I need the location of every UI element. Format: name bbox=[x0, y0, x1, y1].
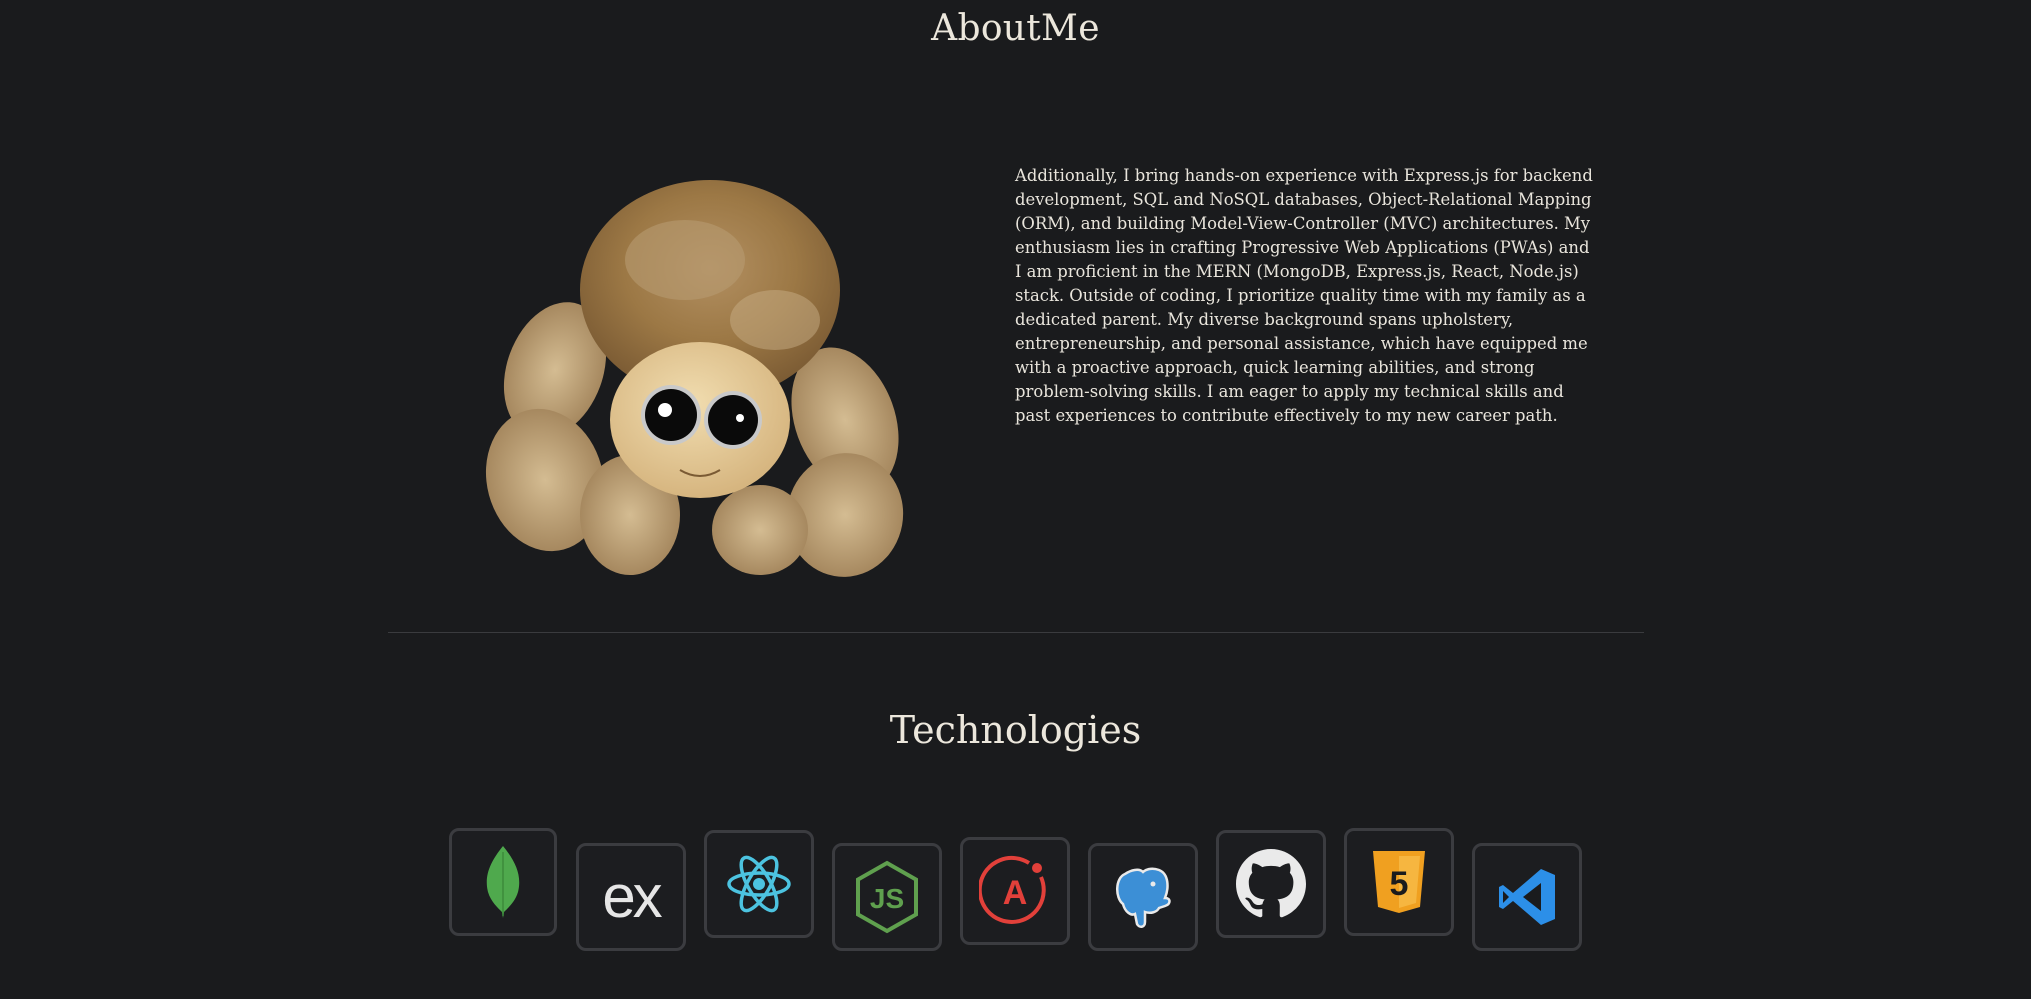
tech-tile-nodejs[interactable]: JS bbox=[832, 843, 942, 951]
technologies-title: Technologies bbox=[889, 708, 1142, 752]
about-page: AboutMe Additionally, I bring hands-on e… bbox=[0, 0, 2031, 999]
tech-tile-github[interactable] bbox=[1216, 830, 1326, 938]
mongodb-icon bbox=[486, 846, 520, 918]
tech-tile-postgresql[interactable] bbox=[1088, 843, 1198, 951]
github-icon bbox=[1236, 849, 1306, 918]
tech-tile-vscode[interactable] bbox=[1472, 843, 1582, 951]
tech-tile-react[interactable] bbox=[704, 830, 814, 938]
postgresql-icon bbox=[1116, 867, 1171, 928]
tech-tile-express[interactable]: ex bbox=[576, 843, 686, 951]
svg-text:JS: JS bbox=[870, 883, 904, 914]
profile-image bbox=[485, 180, 904, 577]
tech-tile-mongodb[interactable] bbox=[449, 828, 557, 936]
tech-tile-apollo[interactable]: A bbox=[960, 837, 1070, 945]
svg-text:5: 5 bbox=[1390, 865, 1409, 903]
about-title: AboutMe bbox=[931, 8, 1100, 49]
vscode-icon bbox=[1499, 869, 1555, 925]
html5-icon: 5 bbox=[1373, 851, 1425, 913]
svg-text:A: A bbox=[1003, 874, 1028, 912]
react-icon bbox=[727, 855, 791, 913]
apollo-icon: A bbox=[979, 855, 1046, 924]
express-icon: ex bbox=[602, 863, 662, 930]
nodejs-icon: JS bbox=[856, 860, 918, 934]
tech-tile-html5[interactable]: 5 bbox=[1344, 828, 1454, 936]
about-paragraph: Additionally, I bring hands-on experienc… bbox=[1015, 166, 1593, 425]
section-divider bbox=[388, 632, 1644, 633]
